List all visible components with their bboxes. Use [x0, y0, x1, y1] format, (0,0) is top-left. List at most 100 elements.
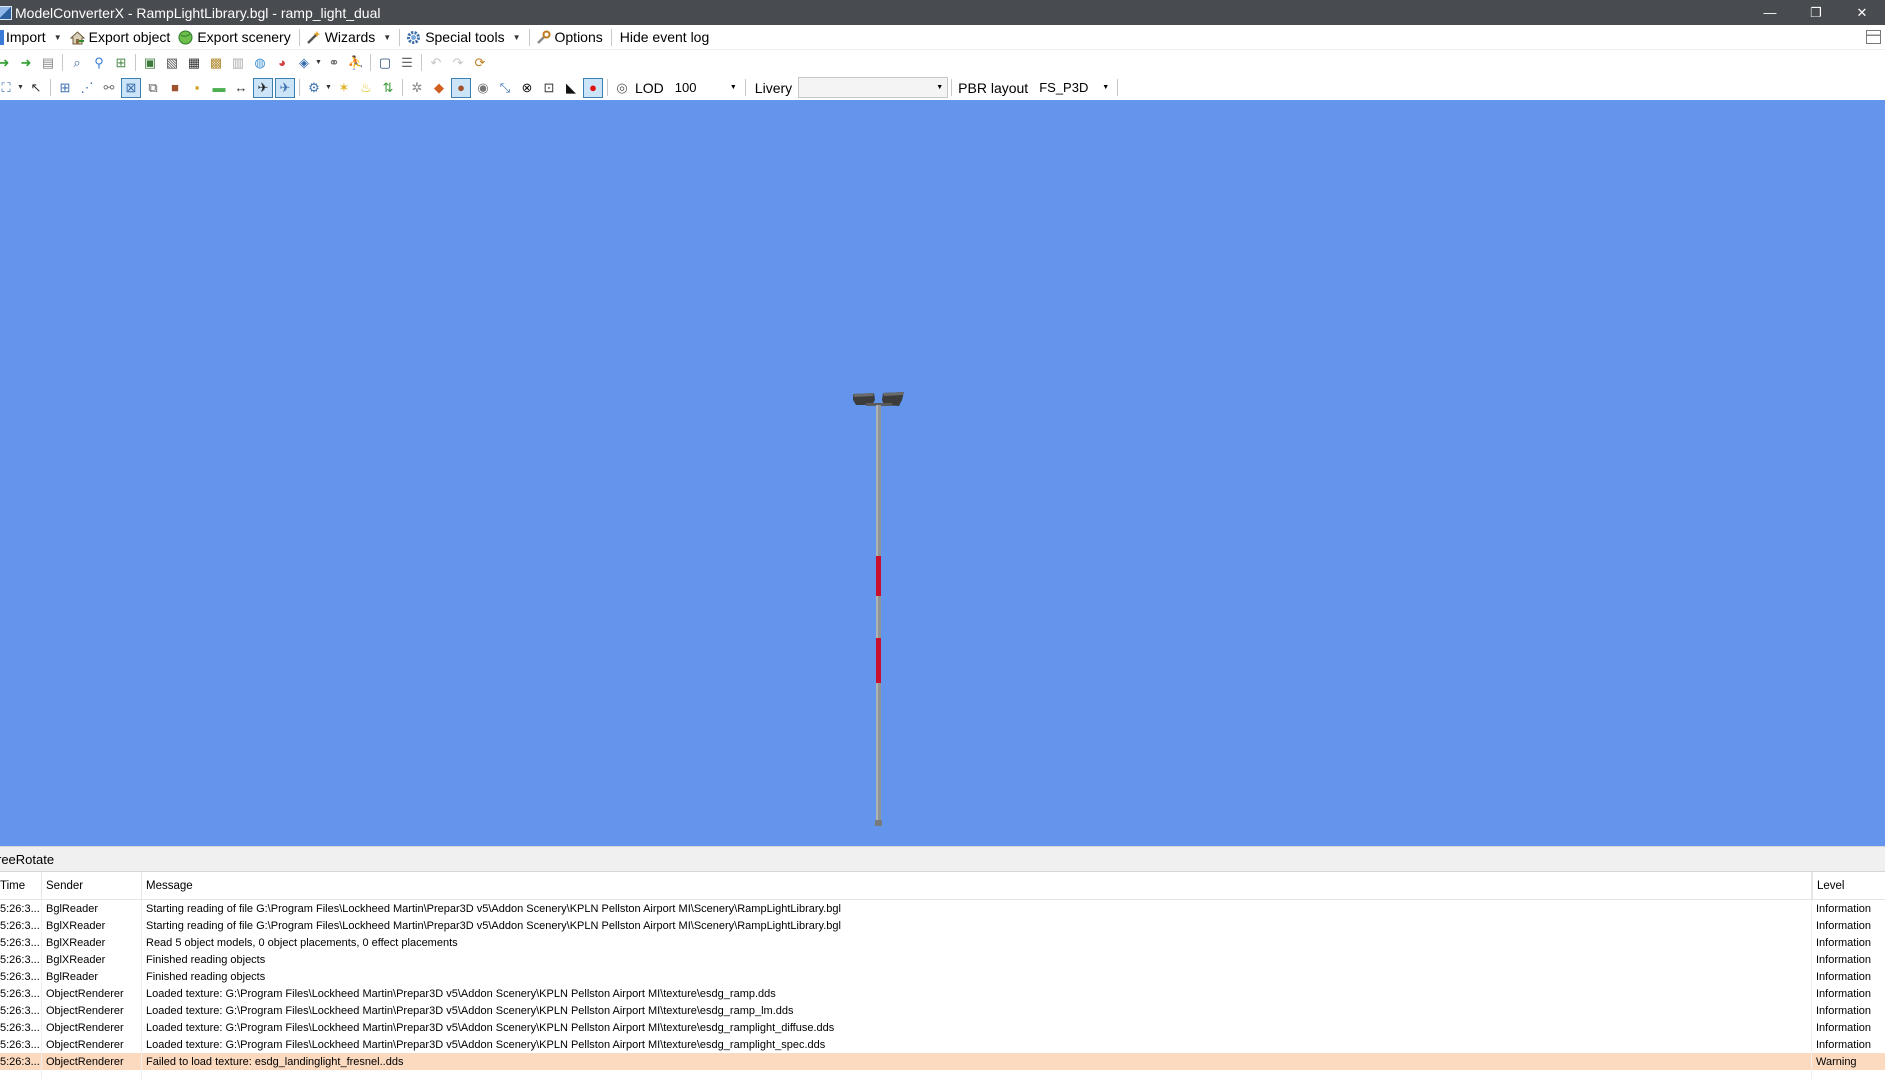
chevron-down-icon[interactable]: ▼	[315, 59, 323, 66]
normals-icon[interactable]: ⋰	[77, 78, 97, 98]
hierarchy-icon[interactable]: ⊞	[111, 53, 131, 73]
eye-icon[interactable]: ◎	[612, 78, 632, 98]
image-icon[interactable]: ▧	[162, 53, 182, 73]
effects-icon[interactable]: ⚙	[304, 78, 324, 98]
special-tools-menu[interactable]: Special tools ▼	[403, 25, 525, 50]
animation-icon[interactable]: ⇅	[378, 78, 398, 98]
pin-icon[interactable]: ⚲	[89, 53, 109, 73]
pbr-layout-select[interactable]: FS_P3D ▼	[1034, 77, 1115, 98]
options-button[interactable]: Options	[533, 25, 608, 50]
chevron-down-icon[interactable]: ▼	[383, 33, 391, 42]
lightbulb-icon[interactable]: ♨	[356, 78, 376, 98]
folder-icon[interactable]: ▩	[206, 53, 226, 73]
terrain-icon[interactable]: ▬	[209, 78, 229, 98]
measure-icon[interactable]: ↔	[231, 78, 251, 98]
close-icon[interactable]: ✕	[1839, 0, 1885, 25]
gear-icon	[406, 30, 421, 45]
minimize-icon[interactable]: —	[1747, 0, 1793, 25]
toolbar-separator	[607, 79, 608, 96]
globe-icon[interactable]: ◍	[250, 53, 270, 73]
event-log[interactable]: Time Sender Message Level 5:26:3... BglR…	[0, 872, 1885, 1079]
toolbar-separator	[135, 54, 136, 71]
uv-grid-icon[interactable]: ⊡	[539, 78, 559, 98]
refresh-icon[interactable]: ⟳	[470, 53, 490, 73]
wand-icon	[306, 30, 321, 45]
settings-icon[interactable]: ✲	[407, 78, 427, 98]
list-icon[interactable]: ☰	[397, 53, 417, 73]
column-header-level[interactable]: Level	[1812, 872, 1885, 900]
log-row-warning[interactable]: 5:26:3... ObjectRenderer Failed to load …	[0, 1053, 1885, 1070]
zoom-icon[interactable]: ⌕	[67, 53, 87, 73]
aircraft-icon[interactable]: ✈	[253, 77, 273, 98]
film-icon[interactable]: ▦	[184, 53, 204, 73]
monitor-icon[interactable]: ▢	[375, 53, 395, 73]
chevron-down-icon: ▼	[936, 84, 944, 91]
log-row[interactable]: 5:26:3... BglReader Finished reading obj…	[0, 968, 1885, 985]
log-time: 5:26:3...	[0, 987, 40, 1000]
undo-icon[interactable]: ↶	[426, 53, 446, 73]
box-icon[interactable]: ⧉	[143, 78, 163, 98]
shaded-box-icon[interactable]: ▪	[187, 78, 207, 98]
log-message: Loaded texture: G:\Program Files\Lockhee…	[146, 1004, 794, 1017]
select-pointer-icon[interactable]: ↖	[26, 78, 46, 98]
camera-mode-label: reeRotate	[0, 851, 55, 867]
log-sender: ObjectRenderer	[46, 987, 124, 1000]
log-row[interactable]: 5:26:3... BglXReader Read 5 object model…	[0, 934, 1885, 951]
log-message: Loaded texture: G:\Program Files\Lockhee…	[146, 1038, 826, 1051]
links-icon[interactable]: ⚭	[324, 53, 344, 73]
cube-color-icon[interactable]: ◆	[429, 78, 449, 98]
log-row[interactable]: 5:26:3... BglXReader Starting reading of…	[0, 917, 1885, 934]
camera-icon[interactable]: ◈	[294, 53, 314, 73]
livery-select[interactable]: ▼	[798, 77, 949, 98]
export-object-label: Export object	[88, 29, 171, 45]
textured-box-icon[interactable]: ■	[165, 78, 185, 98]
log-row[interactable]: 5:26:3... ObjectRenderer Loaded texture:…	[0, 985, 1885, 1002]
log-sender: BglReader	[46, 902, 98, 915]
link-icon[interactable]: ⚯	[99, 78, 119, 98]
column-header-message[interactable]: Message	[142, 872, 1812, 900]
document-icon[interactable]: ▤	[38, 53, 58, 73]
livery-label: Livery	[754, 79, 793, 96]
fit-view-icon[interactable]: ⛶	[0, 78, 16, 98]
chevron-down-icon[interactable]: ▼	[325, 84, 333, 91]
shadow-icon[interactable]: ◣	[561, 78, 581, 98]
column-header-sender[interactable]: Sender	[42, 872, 142, 900]
hide-event-log-button[interactable]: Hide event log	[615, 25, 715, 50]
checker-icon[interactable]: ⊗	[517, 78, 537, 98]
import-menu[interactable]: Import ▼	[0, 25, 67, 50]
axis-icon[interactable]: ⤡	[495, 78, 515, 98]
chevron-down-icon[interactable]: ▼	[54, 33, 62, 42]
wizards-menu[interactable]: Wizards ▼	[303, 25, 396, 50]
person-icon[interactable]: ⛹	[346, 53, 366, 73]
log-level: Information	[1816, 970, 1872, 983]
chevron-down-icon[interactable]: ▼	[17, 84, 25, 91]
sparkle-icon[interactable]: ✶	[334, 78, 354, 98]
chevron-down-icon[interactable]: ▼	[513, 33, 521, 42]
forward-arrow-icon[interactable]: ➜	[16, 53, 36, 73]
log-row[interactable]: 5:26:3... ObjectRenderer Loaded texture:…	[0, 1002, 1885, 1019]
column-header-time[interactable]: Time	[0, 872, 42, 900]
lod-select[interactable]: 100 ▼	[669, 77, 742, 98]
log-row[interactable]: 5:26:3... BglReader Starting reading of …	[0, 900, 1885, 917]
redo-icon[interactable]: ↷	[448, 53, 468, 73]
export-scenery-button[interactable]: Export scenery	[175, 25, 295, 50]
log-sender: ObjectRenderer	[46, 1021, 124, 1034]
grid-toggle-icon[interactable]: ⊞	[55, 78, 75, 98]
grid-icon[interactable]: ▥	[228, 53, 248, 73]
wireframe-icon[interactable]: ⊠	[121, 77, 141, 98]
apple-icon[interactable]: ●	[583, 77, 603, 98]
model-viewport[interactable]	[0, 100, 1885, 846]
log-row[interactable]: 5:26:3... BglXReader Finished reading ob…	[0, 951, 1885, 968]
layout-panel-icon[interactable]	[1866, 30, 1881, 44]
export-object-button[interactable]: Export object	[67, 25, 176, 50]
sphere-icon[interactable]: ◉	[473, 78, 493, 98]
material-icon[interactable]: ●	[451, 77, 471, 98]
wire-aircraft-icon[interactable]: ✈	[275, 77, 295, 98]
log-row[interactable]: 5:26:3... ObjectRenderer Loaded texture:…	[0, 1019, 1885, 1036]
log-sender: BglXReader	[46, 936, 106, 949]
log-row[interactable]: 5:26:3... ObjectRenderer Loaded texture:…	[0, 1036, 1885, 1053]
texture-icon[interactable]: ▣	[140, 53, 160, 73]
restore-icon[interactable]: ❐	[1793, 0, 1839, 25]
color-wheel-icon[interactable]: ◕	[272, 53, 292, 73]
back-arrow-icon[interactable]: ➜	[0, 53, 14, 73]
